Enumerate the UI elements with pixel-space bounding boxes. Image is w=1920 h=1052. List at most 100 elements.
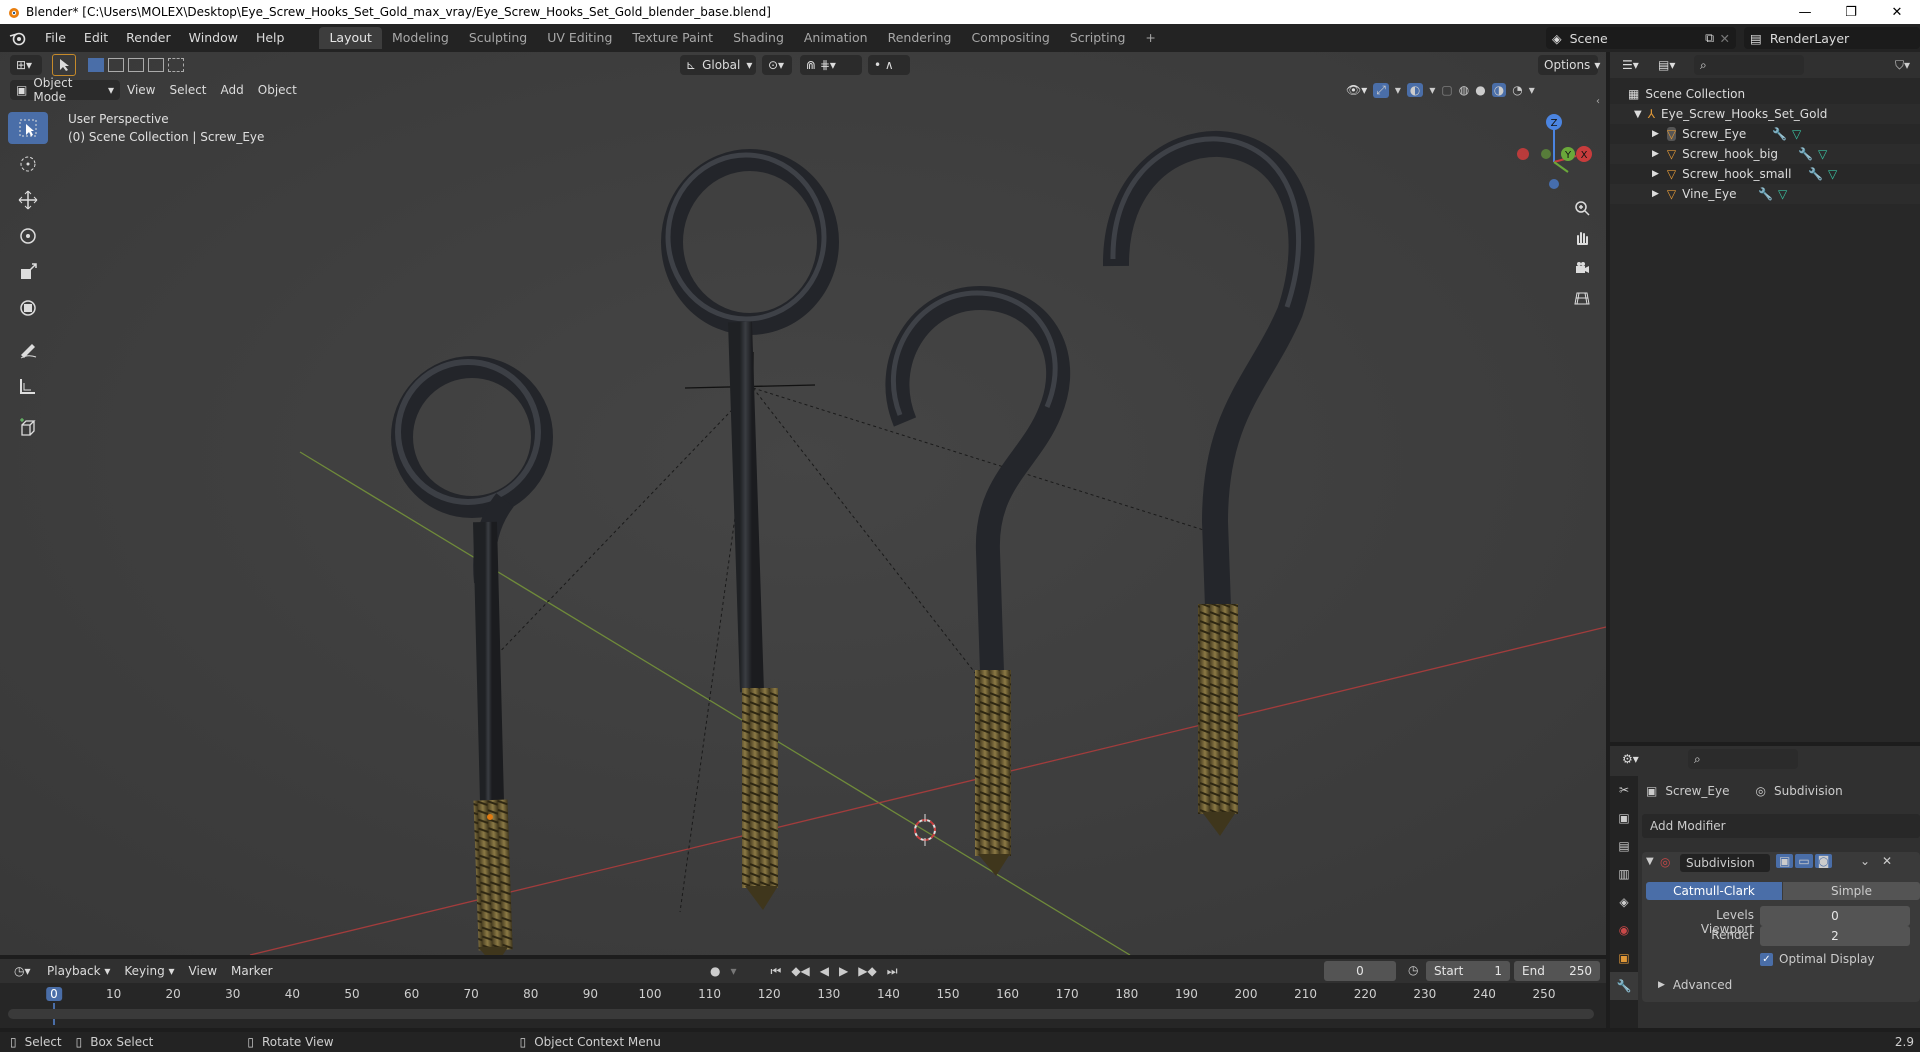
select-intersect-icon[interactable] — [168, 58, 184, 72]
tab-modeling[interactable]: Modeling — [382, 27, 459, 49]
measure-tool[interactable] — [8, 370, 48, 402]
pivot-point-dropdown[interactable]: ⊙▾ — [762, 55, 792, 75]
render-tab-icon[interactable]: ▣ — [1610, 804, 1638, 832]
jump-end-icon[interactable]: ⏭ — [887, 964, 898, 979]
gizmo-toggle-icon[interactable]: ⤢ — [1373, 82, 1389, 98]
menu-keying[interactable]: Keying ▾ — [117, 961, 181, 981]
transform-tool[interactable] — [8, 292, 48, 324]
start-frame-field[interactable]: Start 1 — [1426, 961, 1510, 981]
menu-playback[interactable]: Playback ▾ — [40, 961, 117, 981]
select-extend-icon[interactable] — [108, 58, 124, 72]
timeline-scrollbar[interactable] — [8, 1009, 1594, 1019]
menu-render[interactable]: Render — [117, 27, 180, 49]
menu-file[interactable]: File — [36, 27, 75, 49]
checkbox-checked-icon[interactable]: ✓ — [1760, 952, 1773, 966]
transform-orientation-dropdown[interactable]: ⊾ Global ▾ — [680, 55, 756, 75]
filter-icon[interactable]: ⛉▾ — [1895, 58, 1910, 73]
play-reverse-icon[interactable]: ◀ — [820, 964, 829, 978]
jump-keyframe-forward-icon[interactable]: ▶◆ — [858, 964, 876, 978]
mode-dropdown[interactable]: ▣ Object Mode ▾ — [10, 76, 120, 104]
keying-set-icon[interactable]: ▾ — [730, 964, 736, 978]
collapse-arrow-icon[interactable]: ▼ — [1646, 856, 1654, 867]
outliner-collection-row[interactable]: ▼ ⅄ Eye_Screw_Hooks_Set_Gold — [1610, 104, 1920, 124]
pan-hand-icon[interactable] — [1568, 224, 1596, 252]
tab-sculpting[interactable]: Sculpting — [459, 27, 537, 49]
menu-window[interactable]: Window — [180, 27, 247, 49]
tab-uv-editing[interactable]: UV Editing — [537, 27, 622, 49]
wireframe-shading-icon[interactable]: ◍ — [1459, 83, 1469, 97]
outliner-object-row[interactable]: ▶ ▽ Vine_Eye 🔧 ▽ — [1610, 184, 1920, 204]
outliner-editor-type[interactable]: ☰▾ — [1616, 55, 1648, 75]
world-tab-icon[interactable]: ◉ — [1610, 916, 1638, 944]
blender-menu-icon[interactable] — [0, 24, 36, 52]
menu-select[interactable]: Select — [162, 80, 213, 100]
outliner-scene-collection[interactable]: ▦ Scene Collection — [1610, 84, 1920, 104]
close-window-button[interactable]: ✕ — [1874, 0, 1920, 24]
move-tool[interactable] — [8, 184, 48, 216]
collapse-sidebar-icon[interactable]: ‹ — [1596, 96, 1600, 107]
display-mode-dropdown[interactable]: ▤▾ — [1652, 55, 1684, 75]
end-frame-field[interactable]: End 250 — [1514, 961, 1600, 981]
tab-texture-paint[interactable]: Texture Paint — [622, 27, 723, 49]
annotate-tool[interactable] — [8, 334, 48, 366]
properties-search-input[interactable]: ⌕ — [1688, 749, 1798, 769]
tab-layout[interactable]: Layout — [319, 27, 382, 49]
visibility-icon[interactable]: 👁▾ — [1346, 83, 1367, 97]
rotate-tool[interactable] — [8, 220, 48, 252]
camera-view-icon[interactable] — [1568, 254, 1596, 282]
jump-keyframe-back-icon[interactable]: ◆◀ — [791, 964, 809, 978]
navigation-gizmo[interactable]: Z X Y — [1512, 110, 1602, 200]
select-invert-icon[interactable] — [148, 58, 164, 72]
zoom-icon[interactable] — [1568, 194, 1596, 222]
modifier-tab-icon[interactable]: 🔧 — [1610, 972, 1638, 1000]
tab-animation[interactable]: Animation — [794, 27, 878, 49]
add-cube-tool[interactable] — [8, 412, 48, 444]
expand-arrow-icon[interactable]: ▼ — [1634, 109, 1642, 120]
menu-object[interactable]: Object — [251, 80, 304, 100]
timeline-editor-type[interactable]: ◷▾ — [8, 961, 40, 981]
copy-scene-icon[interactable]: ⧉ — [1705, 30, 1714, 46]
editor-type-dropdown[interactable]: ⊞▾ — [10, 55, 42, 75]
outliner-object-row[interactable]: ▶ ▽ Screw_Eye 🔧 ▽ — [1610, 124, 1920, 144]
menu-help[interactable]: Help — [247, 27, 294, 49]
render-toggle-icon[interactable]: ◙ — [1814, 854, 1833, 868]
cursor-tool[interactable] — [8, 148, 48, 180]
select-box-tool[interactable] — [8, 112, 48, 144]
outliner-object-row[interactable]: ▶ ▽ Screw_hook_small 🔧 ▽ — [1610, 164, 1920, 184]
menu-add[interactable]: Add — [214, 80, 251, 100]
use-preview-range-icon[interactable]: ◷ — [1408, 963, 1418, 977]
expand-arrow-icon[interactable]: ▶ — [1652, 149, 1659, 159]
current-frame-field[interactable]: 0 — [1324, 961, 1396, 981]
tab-compositing[interactable]: Compositing — [961, 27, 1059, 49]
add-modifier-button[interactable]: Add Modifier — [1642, 814, 1920, 838]
catmull-clark-button[interactable]: Catmull-Clark — [1646, 882, 1782, 900]
remove-scene-icon[interactable]: ✕ — [1720, 31, 1730, 46]
timeline-ruler[interactable]: 0 10 20 30 40 50 60 70 80 90 100 110 120 130 140 150 160… — [0, 985, 1606, 1025]
menu-edit[interactable]: Edit — [75, 27, 117, 49]
tab-rendering[interactable]: Rendering — [878, 27, 962, 49]
orthographic-toggle-icon[interactable] — [1568, 284, 1596, 312]
scene-tab-icon[interactable]: ◈ — [1610, 888, 1638, 916]
jump-start-icon[interactable]: ⏮ — [771, 964, 782, 979]
tab-scripting[interactable]: Scripting — [1060, 27, 1136, 49]
xray-toggle-icon[interactable]: ▢ — [1441, 83, 1452, 97]
maximize-button[interactable]: ❐ — [1828, 0, 1874, 24]
gizmo-neg-y[interactable] — [1541, 149, 1551, 159]
proportional-editing[interactable]: • ∧ — [868, 55, 910, 75]
play-icon[interactable]: ▶ — [839, 964, 848, 978]
expand-arrow-icon[interactable]: ▶ — [1652, 189, 1659, 199]
tool-tab-icon[interactable]: ✂ — [1610, 776, 1638, 804]
expand-arrow-icon[interactable]: ▶ — [1652, 129, 1659, 139]
rendered-shading-icon[interactable]: ◔ — [1512, 83, 1522, 97]
modifier-menu-icon[interactable]: ⌄ — [1860, 854, 1870, 868]
simple-button[interactable]: Simple — [1783, 882, 1920, 900]
viewport-toggle-icon[interactable]: ▭ — [1795, 854, 1813, 868]
menu-view[interactable]: View — [120, 80, 162, 100]
optimal-display-checkbox[interactable]: ✓ Optimal Display — [1760, 952, 1875, 966]
object-tab-icon[interactable]: ▣ — [1610, 944, 1638, 972]
3d-viewport[interactable]: ⊞▾ ⊾ Global ▾ ⊙▾ ⋒ ⋕▾ • ∧ Options ▾ ▣ Obj… — [0, 52, 1606, 955]
solid-shading-icon[interactable]: ● — [1475, 83, 1485, 97]
view-layer-tab-icon[interactable]: ▥ — [1610, 860, 1638, 888]
advanced-subpanel[interactable]: ▶ Advanced — [1658, 978, 1732, 992]
output-tab-icon[interactable]: ▤ — [1610, 832, 1638, 860]
